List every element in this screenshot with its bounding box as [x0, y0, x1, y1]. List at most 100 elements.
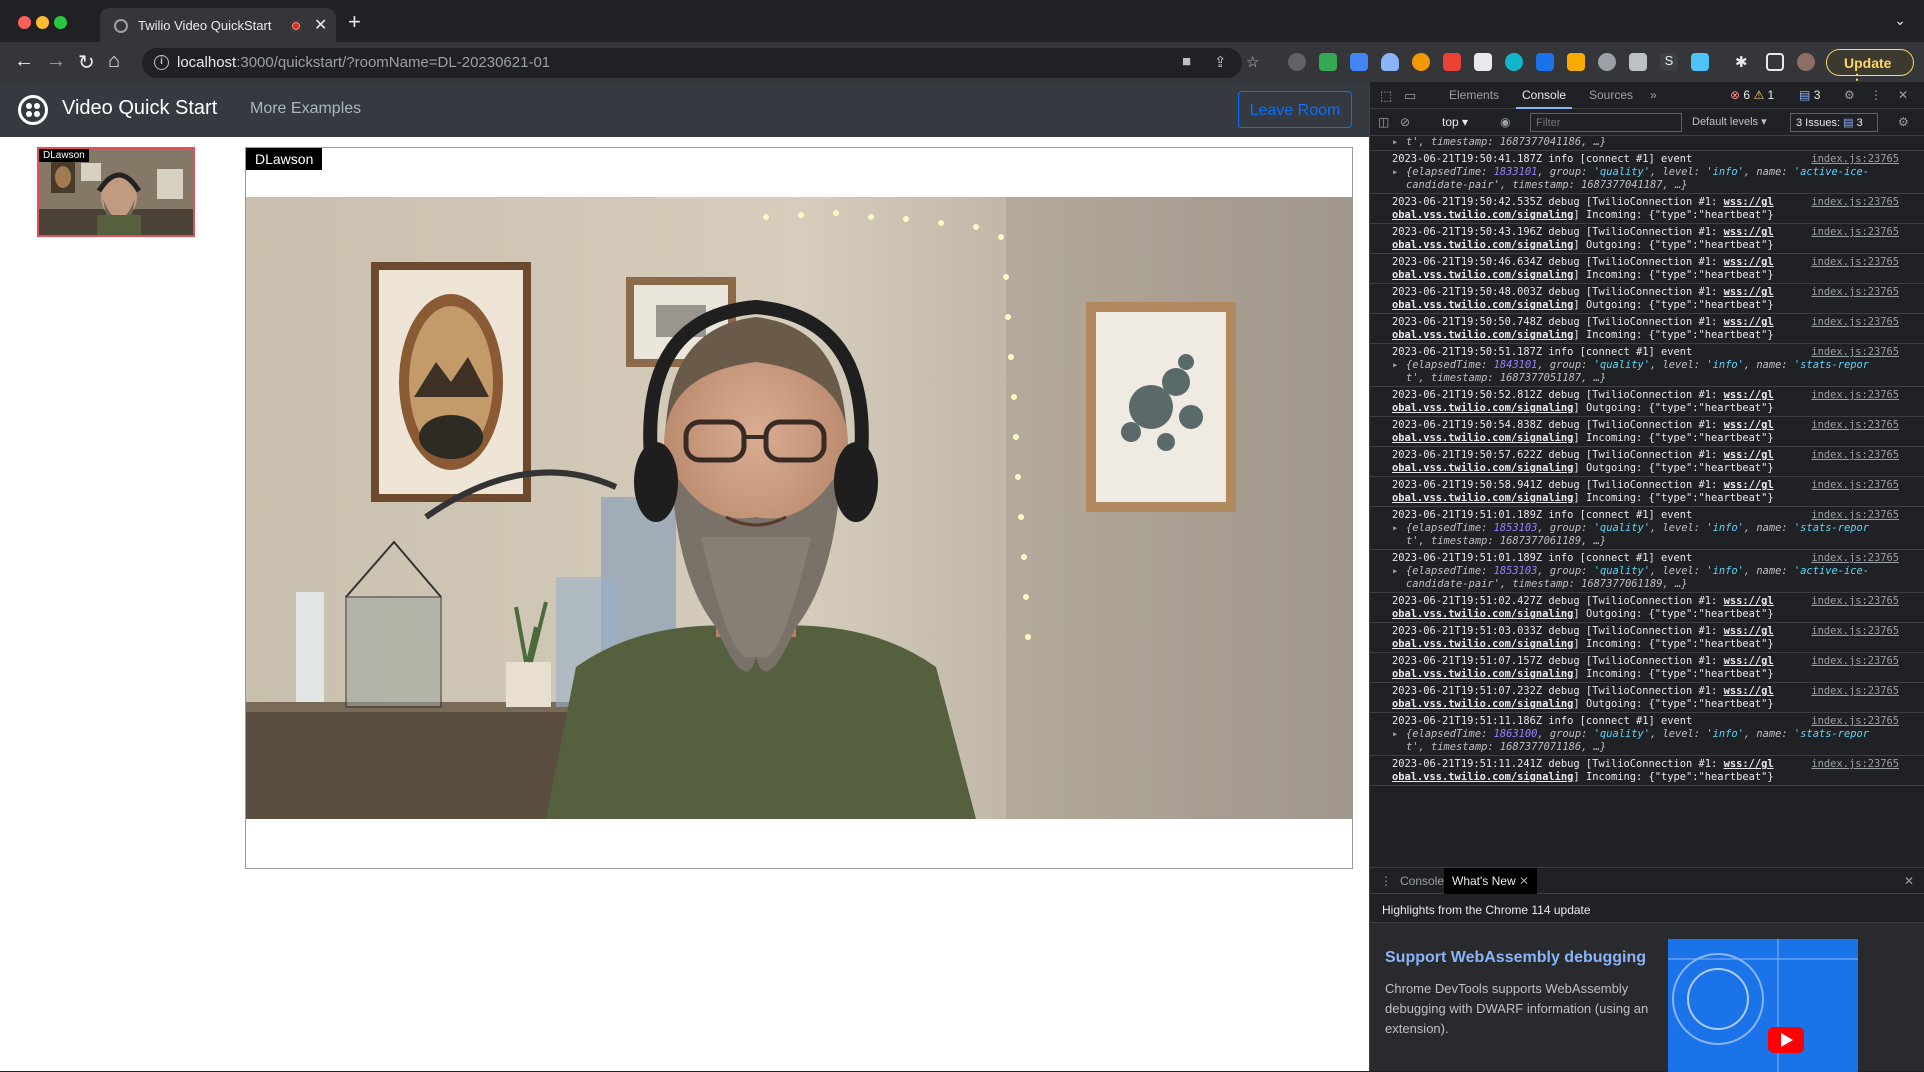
home-button[interactable]: ⌂ [108, 50, 120, 73]
drawer-menu-icon[interactable]: ⋮ [1380, 874, 1392, 888]
info-count[interactable]: ▤ 3 [1799, 88, 1820, 102]
forward-button[interactable]: → [46, 50, 66, 73]
console-entry[interactable]: 2023-06-21T19:51:11.241Z debug [TwilioCo… [1370, 756, 1924, 786]
source-link[interactable]: index.js:23765 [1811, 316, 1899, 329]
site-info-icon[interactable]: i [154, 55, 169, 70]
extension-icon[interactable] [1691, 53, 1709, 71]
bookmark-star-icon[interactable]: ☆ [1246, 53, 1259, 71]
console-entry[interactable]: 2023-06-21T19:50:43.196Z debug [TwilioCo… [1370, 224, 1924, 254]
console-entry[interactable]: 2023-06-21T19:50:50.748Z debug [TwilioCo… [1370, 314, 1924, 344]
console-entry[interactable]: 2023-06-21T19:51:07.232Z debug [TwilioCo… [1370, 683, 1924, 713]
context-selector[interactable]: top ▾ [1442, 115, 1468, 129]
device-toolbar-icon[interactable]: ▭ [1404, 88, 1416, 104]
console-filter-input[interactable] [1530, 113, 1682, 132]
console-settings-gear-icon[interactable]: ⚙ [1898, 115, 1909, 129]
source-link[interactable]: index.js:23765 [1811, 715, 1899, 728]
extension-icon[interactable] [1474, 53, 1492, 71]
source-link[interactable]: index.js:23765 [1811, 256, 1899, 269]
console-entry-truncated[interactable]: t', timestamp: 1687377041186, …} [1370, 136, 1924, 151]
close-devtools-icon[interactable]: ✕ [1898, 88, 1908, 102]
rss-extension-icon[interactable] [1567, 53, 1585, 71]
share-icon[interactable]: ⇪ [1214, 53, 1227, 71]
sheets-extension-icon[interactable] [1319, 53, 1337, 71]
back-button[interactable]: ← [14, 50, 34, 73]
inspect-element-icon[interactable]: ⬚ [1380, 88, 1392, 104]
issues-button[interactable]: 3 Issues: ▤ 3 [1790, 113, 1878, 132]
console-output[interactable]: t', timestamp: 1687377041186, …} 2023-06… [1370, 136, 1924, 786]
app-title[interactable]: Video Quick Start [62, 97, 217, 120]
drawer-tab-console[interactable]: Console [1400, 874, 1444, 888]
source-link[interactable]: index.js:23765 [1811, 196, 1899, 209]
new-tab-button[interactable]: + [348, 9, 361, 35]
console-entry[interactable]: 2023-06-21T19:51:07.157Z debug [TwilioCo… [1370, 653, 1924, 683]
leave-room-button[interactable]: Leave Room [1238, 91, 1352, 128]
profile-avatar[interactable] [1797, 53, 1815, 71]
whats-new-video-thumbnail[interactable] [1668, 939, 1858, 1072]
browser-tab[interactable]: Twilio Video QuickStart ✕ [100, 8, 336, 42]
settings-gear-icon[interactable]: ⚙ [1844, 88, 1855, 102]
console-entry[interactable]: 2023-06-21T19:50:46.634Z debug [TwilioCo… [1370, 254, 1924, 284]
console-entry[interactable]: 2023-06-21T19:51:01.189Z info [connect #… [1370, 550, 1924, 593]
tab-console[interactable]: Console [1515, 88, 1573, 109]
more-options-icon[interactable]: ⋮ [1870, 88, 1882, 102]
extension-icon[interactable] [1536, 53, 1554, 71]
source-link[interactable]: index.js:23765 [1811, 552, 1899, 565]
console-entry[interactable]: 2023-06-21T19:50:57.622Z debug [TwilioCo… [1370, 447, 1924, 477]
tab-sources[interactable]: Sources [1589, 88, 1633, 102]
console-entry[interactable]: 2023-06-21T19:50:48.003Z debug [TwilioCo… [1370, 284, 1924, 314]
tab-search-chevron-icon[interactable]: ⌄ [1894, 12, 1906, 29]
url-text[interactable]: localhost:3000/quickstart/?roomName=DL-2… [177, 54, 550, 71]
console-entry[interactable]: 2023-06-21T19:50:52.812Z debug [TwilioCo… [1370, 387, 1924, 417]
side-panel-icon[interactable] [1766, 53, 1784, 71]
more-tabs-icon[interactable]: » [1650, 88, 1657, 102]
log-levels-dropdown[interactable]: Default levels ▾ [1692, 115, 1767, 128]
local-participant-video[interactable]: DLawson [37, 147, 195, 237]
extension-icon[interactable] [1288, 53, 1306, 71]
console-entry[interactable]: 2023-06-21T19:51:01.189Z info [connect #… [1370, 507, 1924, 550]
extension-icon[interactable] [1629, 53, 1647, 71]
source-link[interactable]: index.js:23765 [1811, 685, 1899, 698]
console-entry[interactable]: 2023-06-21T19:51:03.033Z debug [TwilioCo… [1370, 623, 1924, 653]
close-tab-icon[interactable]: ✕ [314, 15, 327, 35]
error-count[interactable]: ⊗ 6 ⚠ 1 [1730, 88, 1774, 102]
extension-icon[interactable] [1381, 53, 1399, 71]
console-entry[interactable]: 2023-06-21T19:51:02.427Z debug [TwilioCo… [1370, 593, 1924, 623]
extension-icon[interactable] [1350, 53, 1368, 71]
close-drawer-icon[interactable]: ✕ [1904, 874, 1914, 888]
more-examples-link[interactable]: More Examples [250, 100, 361, 118]
source-link[interactable]: index.js:23765 [1811, 226, 1899, 239]
source-link[interactable]: index.js:23765 [1811, 758, 1899, 771]
source-link[interactable]: index.js:23765 [1811, 479, 1899, 492]
extension-icon[interactable] [1505, 53, 1523, 71]
tab-elements[interactable]: Elements [1449, 88, 1499, 102]
console-entry[interactable]: 2023-06-21T19:50:54.838Z debug [TwilioCo… [1370, 417, 1924, 447]
camera-icon[interactable]: ■ [1182, 53, 1191, 70]
sidebar-toggle-icon[interactable]: ◫ [1378, 115, 1389, 129]
minimize-window-button[interactable] [36, 16, 49, 29]
source-link[interactable]: index.js:23765 [1811, 625, 1899, 638]
console-entry[interactable]: 2023-06-21T19:51:11.186Z info [connect #… [1370, 713, 1924, 756]
live-expression-eye-icon[interactable]: ◉ [1500, 115, 1510, 129]
console-entry[interactable]: 2023-06-21T19:50:58.941Z debug [TwilioCo… [1370, 477, 1924, 507]
main-participant-container[interactable]: DLawson [245, 147, 1353, 869]
extension-icon[interactable] [1598, 53, 1616, 71]
console-entry[interactable]: 2023-06-21T19:50:42.535Z debug [TwilioCo… [1370, 194, 1924, 224]
reload-button[interactable]: ↻ [78, 50, 95, 75]
source-link[interactable]: index.js:23765 [1811, 346, 1899, 359]
source-link[interactable]: index.js:23765 [1811, 153, 1899, 166]
close-window-button[interactable] [18, 16, 31, 29]
source-link[interactable]: index.js:23765 [1811, 509, 1899, 522]
source-link[interactable]: index.js:23765 [1811, 419, 1899, 432]
extension-icon[interactable] [1412, 53, 1430, 71]
whats-new-title[interactable]: Support WebAssembly debugging [1385, 949, 1646, 967]
extension-icon[interactable] [1443, 53, 1461, 71]
clear-console-icon[interactable]: ⊘ [1400, 115, 1410, 129]
source-link[interactable]: index.js:23765 [1811, 655, 1899, 668]
drawer-tab-whats-new[interactable]: What's New ✕ [1444, 868, 1538, 894]
puzzle-extensions-icon[interactable]: ✱ [1735, 53, 1753, 71]
source-link[interactable]: index.js:23765 [1811, 389, 1899, 402]
source-link[interactable]: index.js:23765 [1811, 286, 1899, 299]
address-bar[interactable]: i localhost:3000/quickstart/?roomName=DL… [142, 48, 1259, 78]
maximize-window-button[interactable] [54, 16, 67, 29]
source-link[interactable]: index.js:23765 [1811, 449, 1899, 462]
